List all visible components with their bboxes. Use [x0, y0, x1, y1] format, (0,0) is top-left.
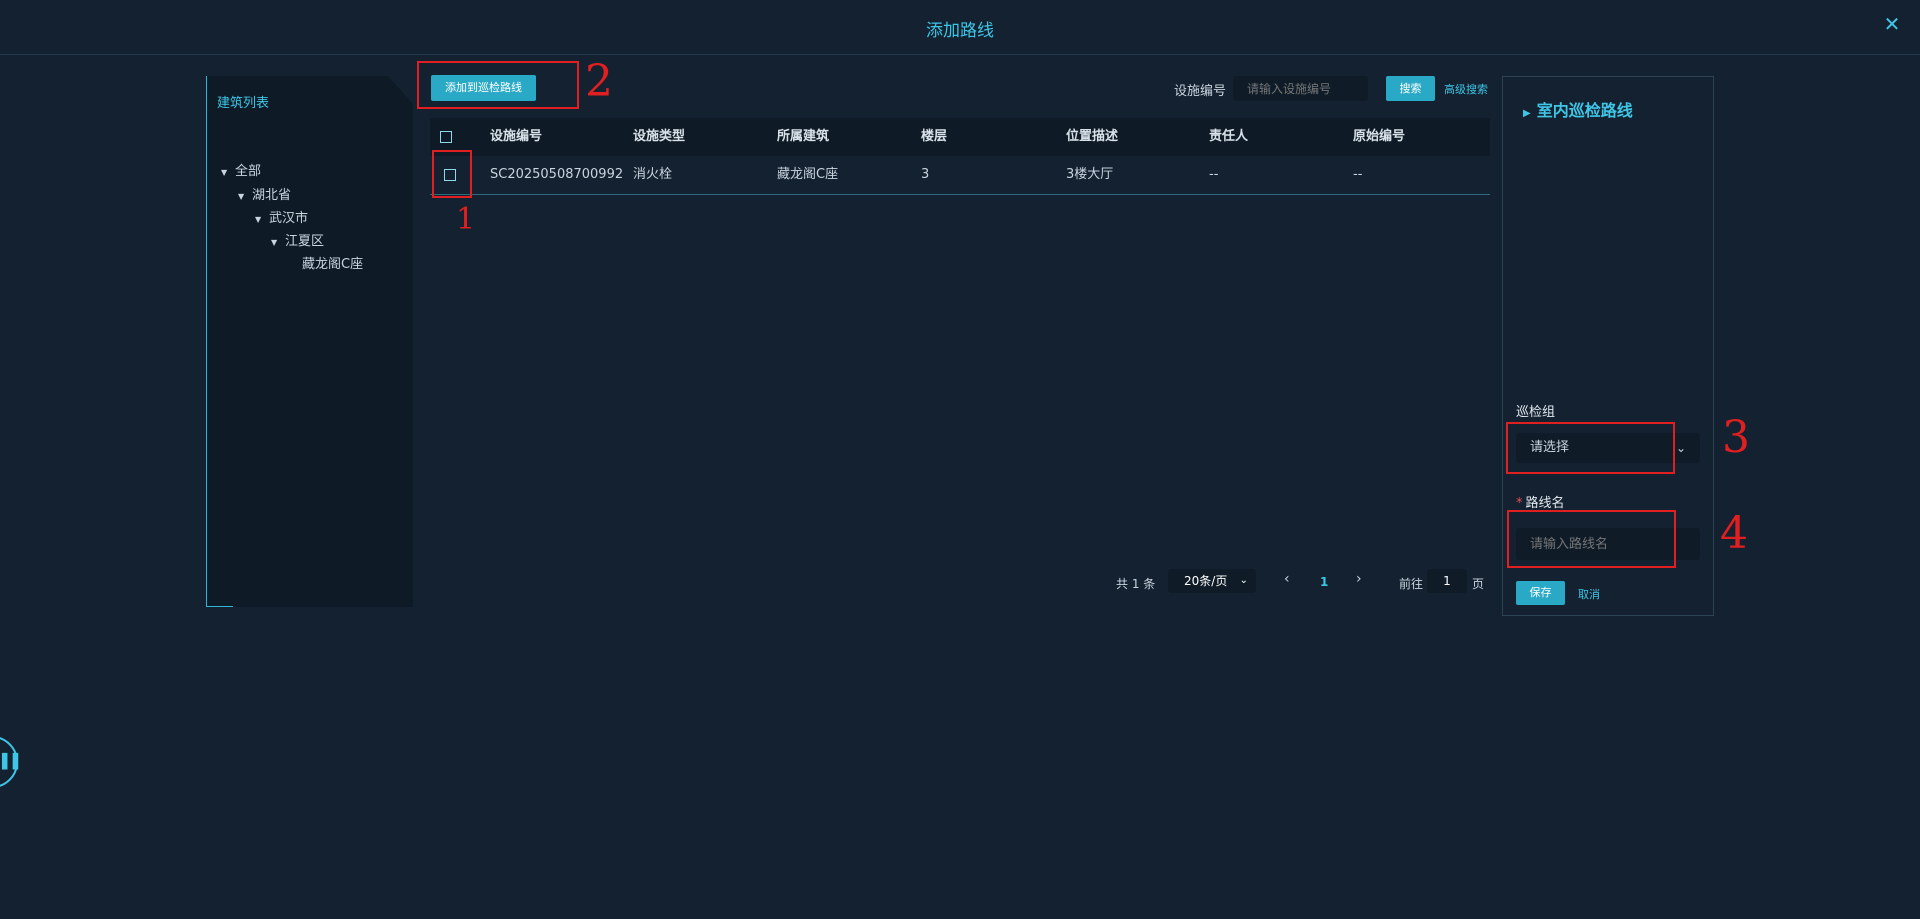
table-cell: SC20250508700992 — [490, 167, 624, 182]
table-header-cell: 责任人 — [1209, 129, 1249, 144]
audio-bars-icon: ▌▌ — [2, 754, 24, 770]
goto-page-input[interactable]: 1 — [1427, 569, 1467, 593]
pagination-total: 共 1 条 — [1116, 577, 1156, 591]
table-header: 设施编号 设施类型 所属建筑 楼层 位置描述 责任人 原始编号 — [430, 118, 1490, 156]
tree-node-city[interactable]: ▼ 武汉市 — [255, 207, 308, 226]
route-name-label: * 路线名 — [1516, 496, 1565, 511]
advanced-search-link[interactable]: 高级搜索 — [1444, 81, 1488, 97]
caret-down-icon[interactable]: ▼ — [255, 215, 265, 224]
building-tree-panel: 建筑列表 ▼ 全部 ▼ 湖北省 ▼ 武汉市 ▼ 江夏区 藏龙阁C座 — [206, 76, 413, 607]
search-button[interactable]: 搜索 — [1386, 76, 1435, 101]
page-size-select[interactable]: 20条/页 ⌄ — [1168, 569, 1256, 593]
close-icon[interactable]: ✕ — [1882, 14, 1902, 34]
triangle-right-icon: ▶ — [1523, 108, 1531, 119]
select-all-checkbox[interactable] — [440, 131, 452, 143]
annotation-box-4 — [1507, 510, 1676, 568]
table-cell: 藏龙阁C座 — [777, 167, 839, 182]
annotation-box-1 — [432, 150, 472, 198]
caret-down-icon[interactable]: ▼ — [238, 192, 248, 201]
prev-page-icon[interactable]: ‹ — [1284, 571, 1290, 587]
tree-node-district[interactable]: ▼ 江夏区 — [271, 230, 324, 249]
table-cell: -- — [1209, 167, 1219, 182]
caret-down-icon[interactable]: ▼ — [271, 238, 281, 247]
table-header-cell: 所属建筑 — [777, 129, 830, 144]
add-to-route-button[interactable]: 添加到巡检路线 — [431, 75, 536, 101]
tree-node-building[interactable]: 藏龙阁C座 — [302, 253, 363, 272]
table-cell: 3楼大厅 — [1066, 167, 1114, 182]
annotation-box-3 — [1506, 422, 1675, 474]
table-header-cell: 位置描述 — [1066, 129, 1119, 144]
group-label: 巡检组 — [1516, 405, 1556, 420]
search-input[interactable] — [1233, 76, 1368, 101]
table-cell: 消火栓 — [633, 167, 673, 182]
caret-down-icon[interactable]: ▼ — [221, 168, 231, 177]
annotation-number-4: 4 — [1720, 508, 1748, 559]
next-page-icon[interactable]: › — [1356, 571, 1362, 587]
table-cell: -- — [1353, 167, 1363, 182]
chevron-down-icon: ⌄ — [1675, 441, 1686, 455]
dialog-header: 添加路线 ✕ — [0, 0, 1920, 55]
save-button[interactable]: 保存 — [1516, 581, 1565, 605]
table-header-cell: 原始编号 — [1353, 129, 1406, 144]
search-label: 设施编号 — [1174, 84, 1227, 99]
table-cell: 3 — [921, 167, 930, 182]
table-row[interactable]: SC20250508700992 消火栓 藏龙阁C座 3 3楼大厅 -- -- — [430, 156, 1490, 195]
annotation-number-2: 2 — [585, 56, 613, 107]
cancel-button[interactable]: 取消 — [1578, 586, 1600, 602]
dialog-title: 添加路线 — [926, 21, 994, 41]
table-header-cell: 设施编号 — [490, 129, 543, 144]
goto-suffix: 页 — [1472, 577, 1485, 591]
table-header-cell: 楼层 — [921, 129, 948, 144]
chevron-down-icon: ⌄ — [1239, 575, 1248, 586]
page-number-current[interactable]: 1 — [1320, 575, 1328, 589]
annotation-number-3: 3 — [1722, 412, 1750, 463]
tree-node-province[interactable]: ▼ 湖北省 — [238, 184, 291, 203]
facility-table: 设施编号 设施类型 所属建筑 楼层 位置描述 责任人 原始编号 SC202505… — [430, 118, 1490, 196]
tree-title: 建筑列表 — [217, 96, 270, 111]
table-header-cell: 设施类型 — [633, 129, 686, 144]
annotation-number-1: 1 — [456, 202, 476, 237]
route-panel-title: ▶ 室内巡检路线 — [1523, 101, 1633, 120]
floating-assistant-button[interactable]: ▌▌ — [0, 736, 24, 788]
tree-node-all[interactable]: ▼ 全部 — [221, 160, 261, 179]
goto-prefix: 前往 — [1399, 577, 1424, 591]
